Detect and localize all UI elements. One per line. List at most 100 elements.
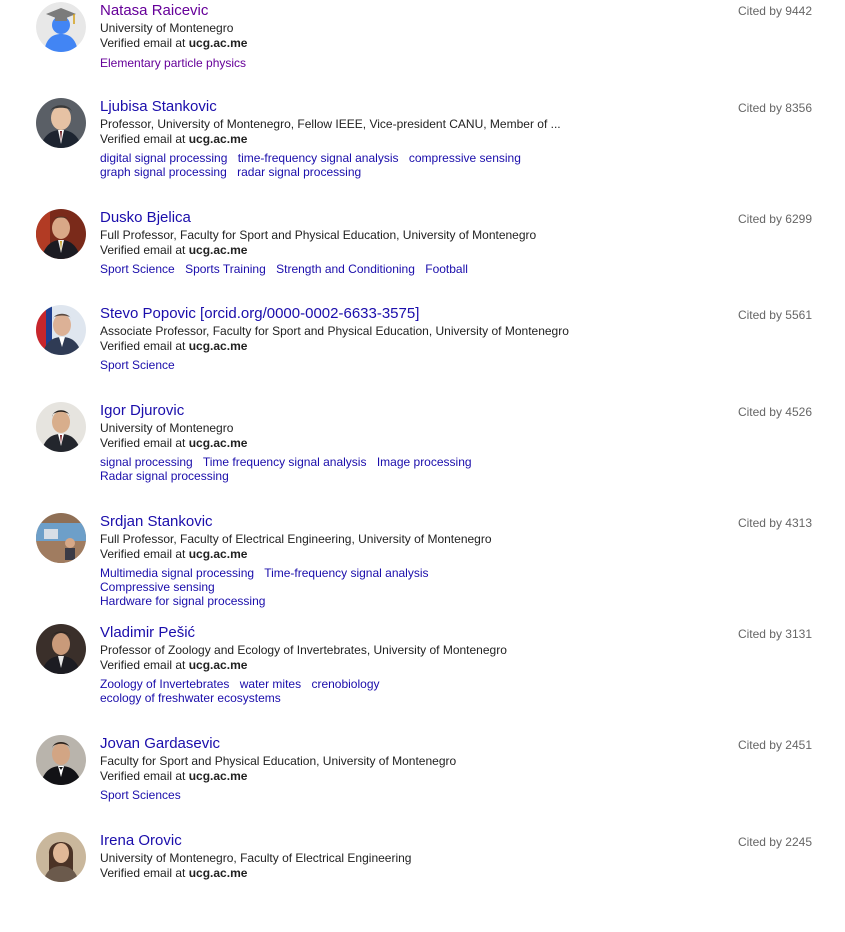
- email-prefix: Verified email at: [100, 658, 189, 672]
- profile-card: Dusko Bjelica Full Professor, Faculty fo…: [0, 209, 845, 309]
- profile-affiliation: University of Montenegro: [100, 21, 234, 35]
- profile-interests: Sport Sciences: [100, 788, 560, 802]
- interest-link[interactable]: radar signal processing: [237, 165, 361, 179]
- interest-link[interactable]: Football: [425, 262, 468, 276]
- profile-affiliation: Full Professor, Faculty for Sport and Ph…: [100, 228, 537, 242]
- profile-card: Jovan Gardasevic Faculty for Sport and P…: [0, 735, 845, 835]
- cited-by-count: Cited by 2451: [737, 738, 812, 752]
- interest-link[interactable]: digital signal processing: [100, 151, 227, 165]
- profile-email: Verified email at ucg.ac.me: [100, 132, 247, 146]
- profile-name-link[interactable]: Ljubisa Stankovic: [100, 98, 217, 116]
- profile-card: Natasa Raicevic University of Montenegro…: [0, 2, 845, 102]
- profile-card: Ljubisa Stankovic Professor, University …: [0, 98, 845, 198]
- email-domain: ucg.ac.me: [188, 132, 248, 146]
- profile-name-link[interactable]: Stevo Popovic [orcid.org/0000-0002-6633-…: [100, 305, 419, 323]
- profile-affiliation: Associate Professor, Faculty for Sport a…: [100, 324, 569, 338]
- cited-by-count: Cited by 8356: [737, 101, 812, 115]
- profile-photo[interactable]: [36, 624, 86, 674]
- profile-photo[interactable]: [36, 402, 86, 452]
- profile-card: Stevo Popovic [orcid.org/0000-0002-6633-…: [0, 305, 845, 405]
- profile-name-link[interactable]: Vladimir Pešić: [100, 624, 195, 642]
- interest-link[interactable]: crenobiology: [311, 677, 379, 691]
- profile-email: Verified email at ucg.ac.me: [100, 436, 247, 450]
- interest-link[interactable]: Time frequency signal analysis: [203, 455, 367, 469]
- cited-by-count: Cited by 4526: [737, 405, 812, 419]
- profile-photo[interactable]: [36, 98, 86, 148]
- interest-link[interactable]: Multimedia signal processing: [100, 566, 254, 580]
- interest-link[interactable]: compressive sensing: [409, 151, 521, 165]
- cited-by-count: Cited by 2245: [737, 835, 812, 849]
- profile-interests: Multimedia signal processing Time-freque…: [100, 566, 560, 608]
- interest-link[interactable]: Zoology of Invertebrates: [100, 677, 229, 691]
- profile-card: Irena Orovic University of Montenegro, F…: [0, 832, 845, 932]
- profile-name-link[interactable]: Irena Orovic: [100, 832, 182, 850]
- profile-email: Verified email at ucg.ac.me: [100, 866, 247, 880]
- profile-photo[interactable]: [36, 735, 86, 785]
- profile-name-link[interactable]: Natasa Raicevic: [100, 2, 208, 20]
- cited-by-count: Cited by 6299: [737, 212, 812, 226]
- interest-link[interactable]: Radar signal processing: [100, 469, 229, 483]
- profile-email: Verified email at ucg.ac.me: [100, 339, 247, 353]
- interest-link[interactable]: Elementary particle physics: [100, 56, 246, 70]
- profile-card: Vladimir Pešić Professor of Zoology and …: [0, 624, 845, 724]
- email-prefix: Verified email at: [100, 132, 189, 146]
- profile-email: Verified email at ucg.ac.me: [100, 658, 247, 672]
- interest-link[interactable]: graph signal processing: [100, 165, 227, 179]
- profile-affiliation: Full Professor, Faculty of Electrical En…: [100, 532, 492, 546]
- interest-link[interactable]: Time-frequency signal analysis: [264, 566, 428, 580]
- interest-link[interactable]: signal processing: [100, 455, 193, 469]
- profile-affiliation: University of Montenegro, Faculty of Ele…: [100, 851, 412, 865]
- interest-link[interactable]: ecology of freshwater ecosystems: [100, 691, 281, 705]
- graduate-placeholder-icon[interactable]: [36, 2, 86, 52]
- cited-by-count: Cited by 5561: [737, 308, 812, 322]
- email-domain: ucg.ac.me: [188, 866, 248, 880]
- interest-link[interactable]: Sports Training: [185, 262, 266, 276]
- profile-card: Srdjan Stankovic Full Professor, Faculty…: [0, 513, 845, 613]
- interest-link[interactable]: Sport Science: [100, 262, 175, 276]
- profile-email: Verified email at ucg.ac.me: [100, 36, 247, 50]
- profile-photo[interactable]: [36, 513, 86, 563]
- email-prefix: Verified email at: [100, 243, 189, 257]
- interest-link[interactable]: Strength and Conditioning: [276, 262, 415, 276]
- interest-link[interactable]: Hardware for signal processing: [100, 594, 265, 608]
- interest-link[interactable]: water mites: [240, 677, 301, 691]
- profile-interests: Sport Science: [100, 358, 560, 372]
- profile-photo[interactable]: [36, 305, 86, 355]
- profile-email: Verified email at ucg.ac.me: [100, 547, 247, 561]
- cited-by-count: Cited by 3131: [737, 627, 812, 641]
- profile-email: Verified email at ucg.ac.me: [100, 769, 247, 783]
- email-prefix: Verified email at: [100, 436, 189, 450]
- profile-card: Igor Djurovic University of Montenegro V…: [0, 402, 845, 502]
- profile-photo[interactable]: [36, 832, 86, 882]
- profile-interests: digital signal processing time-frequency…: [100, 151, 560, 179]
- profile-email: Verified email at ucg.ac.me: [100, 243, 247, 257]
- email-prefix: Verified email at: [100, 866, 189, 880]
- email-domain: ucg.ac.me: [188, 339, 248, 353]
- profile-interests: Sport Science Sports Training Strength a…: [100, 262, 560, 276]
- profile-name-link[interactable]: Igor Djurovic: [100, 402, 184, 420]
- interest-link[interactable]: time-frequency signal analysis: [238, 151, 399, 165]
- profile-name-link[interactable]: Srdjan Stankovic: [100, 513, 213, 531]
- interest-link[interactable]: Sport Science: [100, 358, 175, 372]
- profile-name-link[interactable]: Dusko Bjelica: [100, 209, 191, 227]
- email-domain: ucg.ac.me: [188, 436, 248, 450]
- cited-by-count: Cited by 4313: [737, 516, 812, 530]
- email-domain: ucg.ac.me: [188, 658, 248, 672]
- email-prefix: Verified email at: [100, 769, 189, 783]
- cited-by-count: Cited by 9442: [737, 4, 812, 18]
- interest-link[interactable]: Sport Sciences: [100, 788, 181, 802]
- profile-photo[interactable]: [36, 209, 86, 259]
- profile-interests: Zoology of Invertebrates water mites cre…: [100, 677, 560, 705]
- email-prefix: Verified email at: [100, 339, 189, 353]
- profile-interests: Elementary particle physics: [100, 56, 560, 70]
- profile-affiliation: Professor, University of Montenegro, Fel…: [100, 117, 561, 131]
- email-prefix: Verified email at: [100, 547, 189, 561]
- email-domain: ucg.ac.me: [188, 243, 248, 257]
- profile-name-link[interactable]: Jovan Gardasevic: [100, 735, 220, 753]
- email-domain: ucg.ac.me: [188, 547, 248, 561]
- interest-link[interactable]: Image processing: [377, 455, 472, 469]
- profile-affiliation: Professor of Zoology and Ecology of Inve…: [100, 643, 507, 657]
- interest-link[interactable]: Compressive sensing: [100, 580, 215, 594]
- profile-affiliation: University of Montenegro: [100, 421, 234, 435]
- email-domain: ucg.ac.me: [188, 36, 248, 50]
